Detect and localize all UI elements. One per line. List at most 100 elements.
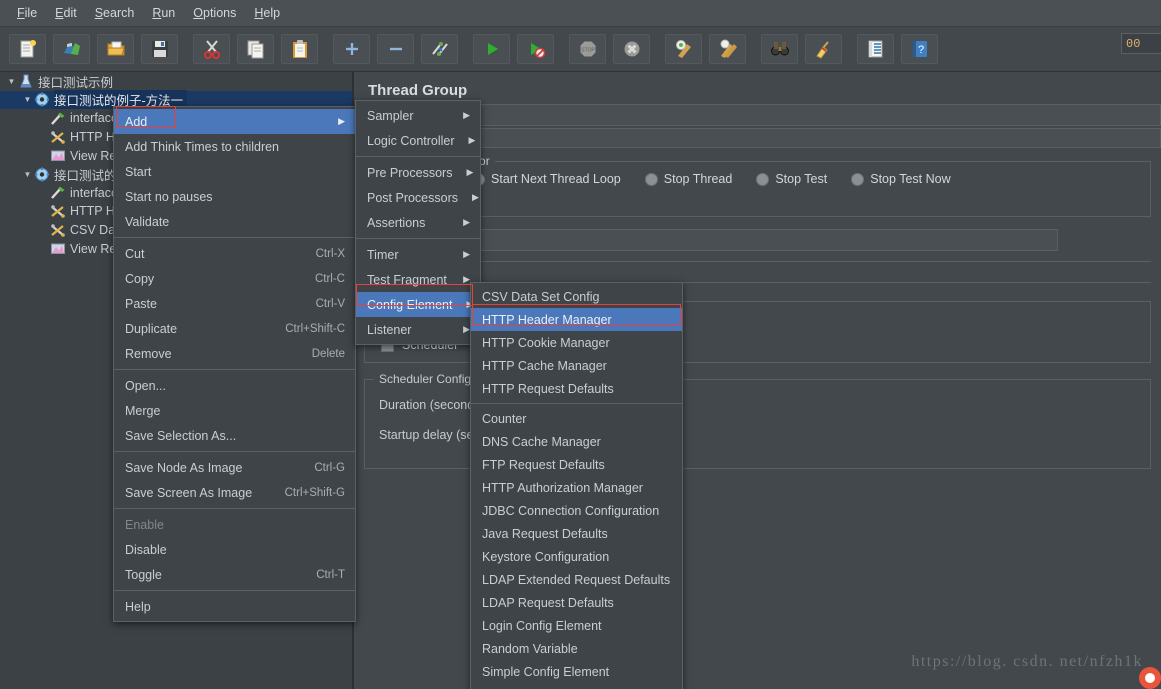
config-menu-item[interactable]: LDAP Request Defaults [471, 591, 682, 614]
config-menu-item[interactable]: Keystore Configuration [471, 545, 682, 568]
context-menu-item[interactable]: Remove Delete [114, 341, 355, 366]
context-menu-item[interactable]: Add Think Times to children [114, 134, 355, 159]
menubar-item-options[interactable]: Options [184, 3, 245, 23]
tree-node[interactable]: ▼ 接口测试示例 [0, 72, 352, 91]
config-menu-item[interactable]: HTTP Cache Manager [471, 354, 682, 377]
comments-field[interactable] [368, 128, 1161, 148]
context-menu-item[interactable]: Paste Ctrl-V [114, 291, 355, 316]
context-menu-item[interactable]: Validate [114, 209, 355, 234]
add-menu-item[interactable]: Logic Controller ▶ [356, 128, 480, 153]
config-menu-item[interactable]: Simple Config Element [471, 660, 682, 683]
save-floppy-button[interactable] [141, 34, 178, 64]
clear-icon [674, 39, 694, 59]
config-menu-item[interactable]: Random Variable [471, 637, 682, 660]
menubar-item-edit[interactable]: Edit [46, 3, 86, 23]
config-menu-item[interactable]: Login Config Element [471, 614, 682, 637]
add-menu-item[interactable]: Pre Processors ▶ [356, 160, 480, 185]
config-menu-item[interactable]: HTTP Request Defaults [471, 377, 682, 400]
tree-twisty-icon[interactable]: ▼ [6, 77, 17, 86]
tree-twisty-icon[interactable]: ▼ [22, 170, 33, 179]
add-menu-item[interactable]: Test Fragment ▶ [356, 267, 480, 292]
menubar-item-search[interactable]: Search [86, 3, 144, 23]
context-menu-item[interactable]: Start no pauses [114, 184, 355, 209]
add-menu-item[interactable]: Assertions ▶ [356, 210, 480, 235]
radio-button[interactable] [756, 172, 770, 186]
add-menu-item[interactable]: Sampler ▶ [356, 103, 480, 128]
context-menu-item[interactable]: Add ▶ [114, 109, 355, 134]
shutdown-button[interactable] [613, 34, 650, 64]
config-menu-item[interactable]: TCP Sampler Config [471, 683, 682, 689]
config-menu-item[interactable]: JDBC Connection Configuration [471, 499, 682, 522]
clear-all-button[interactable] [709, 34, 746, 64]
config-menu-item-label: HTTP Header Manager [482, 312, 612, 327]
context-menu-item[interactable]: Help [114, 594, 355, 619]
chevron-right-icon: ▶ [468, 135, 476, 145]
jmeter-window: File Edit Search Run Options Help STOP? 00 ▼ 接口… [0, 0, 1161, 689]
tree-context-menu[interactable]: Add ▶ Add Think Times to children Start Star… [113, 106, 356, 622]
toggle-enable-button[interactable] [421, 34, 458, 64]
context-menu-item[interactable]: Merge [114, 398, 355, 423]
add-menu-item[interactable]: Config Element▶ [356, 292, 480, 317]
search-binoculars-button[interactable] [761, 34, 798, 64]
error-action-option[interactable]: Stop Test Now [851, 172, 951, 186]
function-helper-button[interactable] [857, 34, 894, 64]
add-menu-item-label: Post Processors [367, 190, 459, 205]
name-field[interactable]: 例子-方法一 [368, 104, 1161, 126]
config-menu-item[interactable]: DNS Cache Manager [471, 430, 682, 453]
context-menu-item[interactable]: Save Screen As Image Ctrl+Shift-G [114, 480, 355, 505]
context-menu-item[interactable]: Enable [114, 512, 355, 537]
error-action-option[interactable]: Start Next Thread Loop [472, 172, 621, 186]
context-menu-item[interactable]: Save Node As Image Ctrl-G [114, 455, 355, 480]
error-action-option[interactable]: Stop Thread [644, 172, 733, 186]
config-menu-item[interactable]: HTTP Cookie Manager [471, 331, 682, 354]
clear-button[interactable] [665, 34, 702, 64]
save-floppy-icon [150, 39, 170, 59]
menubar-item-file[interactable]: File [8, 3, 46, 23]
open-folder-button[interactable] [97, 34, 134, 64]
add-submenu[interactable]: Sampler ▶ Logic Controller ▶ Pre Processors ▶… [355, 100, 481, 345]
context-menu-item[interactable]: Duplicate Ctrl+Shift-C [114, 316, 355, 341]
add-menu-item[interactable]: Listener ▶ [356, 317, 480, 342]
threads-input[interactable]: 4 [438, 229, 1058, 251]
expand-all-plus-button[interactable] [333, 34, 370, 64]
context-menu-item[interactable]: Disable [114, 537, 355, 562]
config-menu-item[interactable]: HTTP Authorization Manager [471, 476, 682, 499]
config-menu-item[interactable]: Java Request Defaults [471, 522, 682, 545]
mnemonic: E [55, 6, 64, 20]
help-book-button[interactable]: ? [901, 34, 938, 64]
toggle-enable-icon [430, 39, 450, 59]
context-menu-item[interactable]: Copy Ctrl-C [114, 266, 355, 291]
reset-search-broom-button[interactable] [805, 34, 842, 64]
new-test-plan-button[interactable] [9, 34, 46, 64]
radio-button[interactable] [851, 172, 865, 186]
menubar-item-help[interactable]: Help [245, 3, 289, 23]
config-element-submenu[interactable]: CSV Data Set Config HTTP Header Manager HT… [470, 282, 683, 689]
start-play-button[interactable] [473, 34, 510, 64]
tree-twisty-icon[interactable]: ▼ [22, 95, 33, 104]
expand-all-plus-icon [342, 39, 362, 59]
start-no-pauses-button[interactable] [517, 34, 554, 64]
context-menu-item[interactable]: Toggle Ctrl-T [114, 562, 355, 587]
stop-button[interactable]: STOP [569, 34, 606, 64]
cut-scissors-button[interactable] [193, 34, 230, 64]
radio-button[interactable] [644, 172, 658, 186]
config-menu-item[interactable]: FTP Request Defaults [471, 453, 682, 476]
paste-clipboard-button[interactable] [281, 34, 318, 64]
config-menu-item[interactable]: CSV Data Set Config [471, 285, 682, 308]
config-menu-item[interactable]: LDAP Extended Request Defaults [471, 568, 682, 591]
collapse-all-minus-button[interactable] [377, 34, 414, 64]
context-menu-item[interactable]: Save Selection As... [114, 423, 355, 448]
context-menu-item[interactable]: Open... [114, 373, 355, 398]
context-menu-item[interactable]: Cut Ctrl-X [114, 241, 355, 266]
menubar-item-run[interactable]: Run [143, 3, 184, 23]
config-menu-item[interactable]: HTTP Header Manager [471, 308, 682, 331]
config-menu-item[interactable]: Counter [471, 407, 682, 430]
add-menu-item[interactable]: Timer ▶ [356, 242, 480, 267]
templates-button[interactable] [53, 34, 90, 64]
copy-pages-button[interactable] [237, 34, 274, 64]
error-action-option-label: Start Next Thread Loop [491, 172, 621, 186]
context-menu-item[interactable]: Start [114, 159, 355, 184]
add-menu-item[interactable]: Post Processors ▶ [356, 185, 480, 210]
error-action-option-label: Stop Thread [663, 172, 733, 186]
error-action-option[interactable]: Stop Test [756, 172, 827, 186]
